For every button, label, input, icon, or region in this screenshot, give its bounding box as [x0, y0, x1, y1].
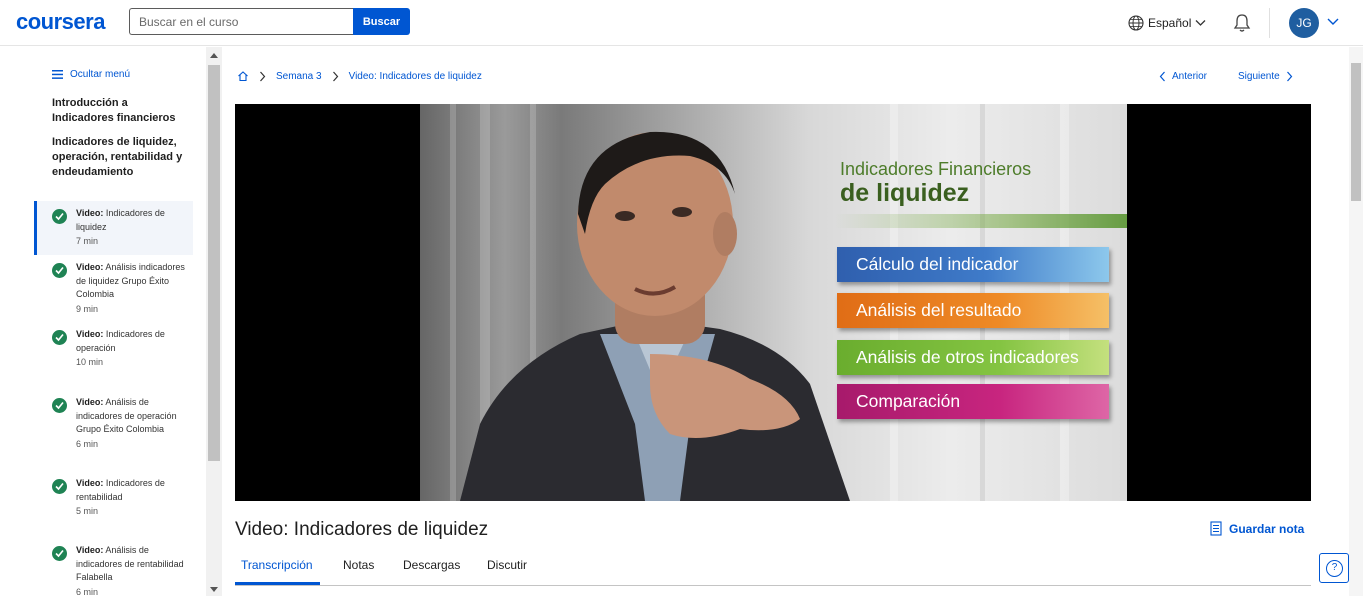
hide-menu-button[interactable]: Ocultar menú — [52, 69, 130, 80]
lesson-item[interactable]: Video: Análisis de indicadores de operac… — [34, 396, 193, 451]
breadcrumb-week[interactable]: Semana 3 — [276, 71, 322, 82]
chevron-right-icon — [260, 71, 266, 81]
chevron-right-icon — [1286, 71, 1293, 81]
lesson-item[interactable]: Video: Indicadores de operación 10 min — [34, 328, 193, 370]
page-title: Video: Indicadores de liquidez — [235, 519, 489, 540]
module-title[interactable]: Indicadores de liquidez, operación, rent… — [52, 135, 192, 180]
lesson-title: Video: Análisis de indicadores de rentab… — [76, 545, 184, 582]
scroll-down-arrow[interactable] — [210, 587, 218, 592]
video-player[interactable]: Indicadores Financieros de liquidez Cálc… — [235, 104, 1311, 501]
coursera-logo[interactable]: coursera — [16, 9, 105, 35]
lesson-duration: 7 min — [76, 236, 99, 246]
page-scrollbar[interactable] — [1349, 47, 1363, 596]
completed-check-icon — [52, 330, 67, 345]
active-tab-indicator — [235, 582, 320, 585]
lesson-title: Video: Indicadores de rentabilidad — [76, 478, 165, 502]
completed-check-icon — [52, 209, 67, 224]
help-button[interactable]: ? — [1319, 553, 1349, 583]
search-input[interactable] — [129, 8, 354, 35]
module-title[interactable]: Introducción a Indicadores financieros — [52, 96, 192, 126]
breadcrumb-current[interactable]: Video: Indicadores de liquidez — [349, 71, 482, 82]
menu-icon — [52, 70, 63, 79]
avatar[interactable]: JG — [1289, 8, 1319, 38]
language-label: Español — [1148, 16, 1192, 30]
previous-label: Anterior — [1172, 70, 1208, 82]
tab-transcript[interactable]: Transcripción — [241, 558, 313, 572]
completed-check-icon — [52, 479, 67, 494]
chevron-right-icon — [332, 71, 338, 81]
lesson-title: Video: Indicadores de operación — [76, 329, 165, 353]
tab-downloads[interactable]: Descargas — [403, 558, 460, 572]
video-frame: Indicadores Financieros de liquidez Cálc… — [420, 104, 1127, 501]
note-icon — [1210, 521, 1222, 536]
next-label: Siguiente — [1238, 70, 1280, 82]
previous-button[interactable]: Anterior — [1159, 69, 1207, 83]
completed-check-icon — [52, 398, 67, 413]
lesson-duration: 10 min — [76, 357, 104, 367]
scroll-thumb[interactable] — [208, 65, 220, 461]
completed-check-icon — [52, 546, 67, 561]
lesson-item[interactable]: Video: Análisis indicadores de liquidez … — [34, 261, 193, 316]
home-icon[interactable] — [237, 70, 249, 82]
lesson-item[interactable]: Video: Análisis de indicadores de rentab… — [34, 544, 193, 596]
lesson-item[interactable]: Video: Indicadores de rentabilidad 5 min — [34, 477, 193, 519]
lesson-duration: 6 min — [76, 586, 99, 596]
hide-menu-label: Ocultar menú — [70, 69, 131, 80]
top-bar: coursera Buscar Español JG — [0, 0, 1363, 46]
scroll-thumb[interactable] — [1351, 63, 1361, 201]
completed-check-icon — [52, 263, 67, 278]
lesson-title: Video: Análisis indicadores de liquidez … — [76, 262, 185, 299]
save-note-button[interactable]: Guardar nota — [1210, 521, 1304, 536]
tab-notes[interactable]: Notas — [343, 558, 374, 572]
save-note-label: Guardar nota — [1229, 521, 1305, 536]
next-button[interactable]: Siguiente — [1238, 69, 1293, 83]
chevron-down-icon — [1195, 20, 1206, 26]
lesson-item[interactable]: Video: Indicadores de liquidez 7 min — [34, 201, 193, 255]
globe-icon — [1128, 15, 1144, 31]
content-tabs: Transcripción Notas Descargas Discutir — [235, 548, 1311, 586]
course-sidebar: Ocultar menú Introducción a Indicadores … — [0, 47, 222, 596]
chevron-down-icon[interactable] — [1326, 15, 1340, 29]
help-icon: ? — [1326, 560, 1343, 577]
lesson-duration: 5 min — [76, 506, 99, 516]
lesson-duration: 9 min — [76, 303, 99, 314]
presenter-image — [460, 131, 850, 501]
language-selector[interactable]: Español — [1128, 13, 1206, 33]
notifications-bell-icon[interactable] — [1231, 12, 1253, 34]
tab-discuss[interactable]: Discutir — [487, 558, 527, 572]
search-button[interactable]: Buscar — [353, 8, 410, 35]
divider — [1269, 8, 1270, 38]
scroll-up-arrow[interactable] — [210, 53, 218, 58]
breadcrumb: Semana 3 Video: Indicadores de liquidez — [237, 69, 482, 83]
sidebar-scrollbar[interactable] — [206, 47, 222, 596]
lesson-duration: 6 min — [76, 438, 99, 449]
chevron-left-icon — [1159, 71, 1165, 81]
lesson-title: Video: Análisis de indicadores de operac… — [76, 397, 177, 434]
lesson-title: Video: Indicadores de liquidez — [76, 208, 165, 232]
